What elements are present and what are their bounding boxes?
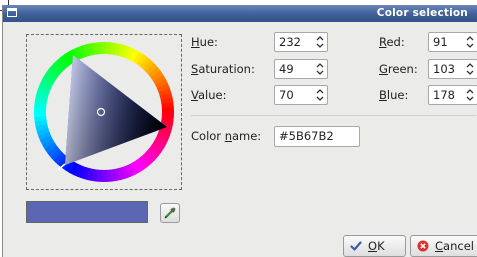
green-label: Green: [379, 62, 418, 76]
blue-label: Blue: [379, 88, 409, 102]
green-spin-arrows-icon[interactable] [465, 61, 475, 77]
color-name-input[interactable]: #5B67B2 [274, 126, 360, 147]
value-label: Value: [191, 88, 227, 102]
current-color-swatch [26, 201, 148, 223]
separator [191, 115, 476, 116]
value-spinbox[interactable]: 70 [274, 85, 328, 105]
title-bar[interactable]: Color selection [3, 5, 477, 22]
red-spin-arrows-icon[interactable] [465, 34, 475, 50]
hue-value[interactable]: 232 [279, 35, 301, 49]
hue-label: Hue: [191, 35, 218, 49]
eyedropper-button[interactable] [160, 203, 180, 223]
saturation-spinbox[interactable]: 49 [274, 59, 328, 79]
color-name-label: Color name: [191, 129, 262, 143]
color-name-value[interactable]: #5B67B2 [279, 129, 334, 143]
window-title: Color selection [376, 7, 468, 19]
eyedropper-icon [164, 207, 176, 219]
saturation-label: Saturation: [191, 62, 255, 76]
checkmark-icon [350, 241, 362, 251]
ok-button[interactable]: OK [343, 235, 406, 257]
red-label: Red: [379, 35, 405, 49]
window-icon[interactable] [7, 8, 17, 17]
cancel-button[interactable]: Cancel [410, 235, 477, 257]
blue-spin-arrows-icon[interactable] [465, 87, 475, 103]
hue-spinbox[interactable]: 232 [274, 32, 328, 52]
color-wheel-frame [26, 34, 182, 190]
red-value[interactable]: 91 [433, 35, 448, 49]
ok-button-label: OK [368, 239, 385, 253]
saturation-spin-arrows-icon[interactable] [315, 61, 325, 77]
red-spinbox[interactable]: 91 [428, 32, 477, 52]
saturation-value[interactable]: 49 [279, 62, 294, 76]
cancel-icon [417, 240, 429, 252]
color-wheel[interactable] [29, 37, 179, 187]
value-value[interactable]: 70 [279, 88, 294, 102]
blue-spinbox[interactable]: 178 [428, 85, 477, 105]
hue-spin-arrows-icon[interactable] [315, 34, 325, 50]
green-spinbox[interactable]: 103 [428, 59, 477, 79]
cancel-button-label: Cancel [435, 239, 474, 253]
color-selection-dialog: Color selection Hue: 232 Saturation: 49 … [2, 5, 477, 257]
green-value[interactable]: 103 [433, 62, 455, 76]
value-spin-arrows-icon[interactable] [315, 87, 325, 103]
blue-value[interactable]: 178 [433, 88, 455, 102]
